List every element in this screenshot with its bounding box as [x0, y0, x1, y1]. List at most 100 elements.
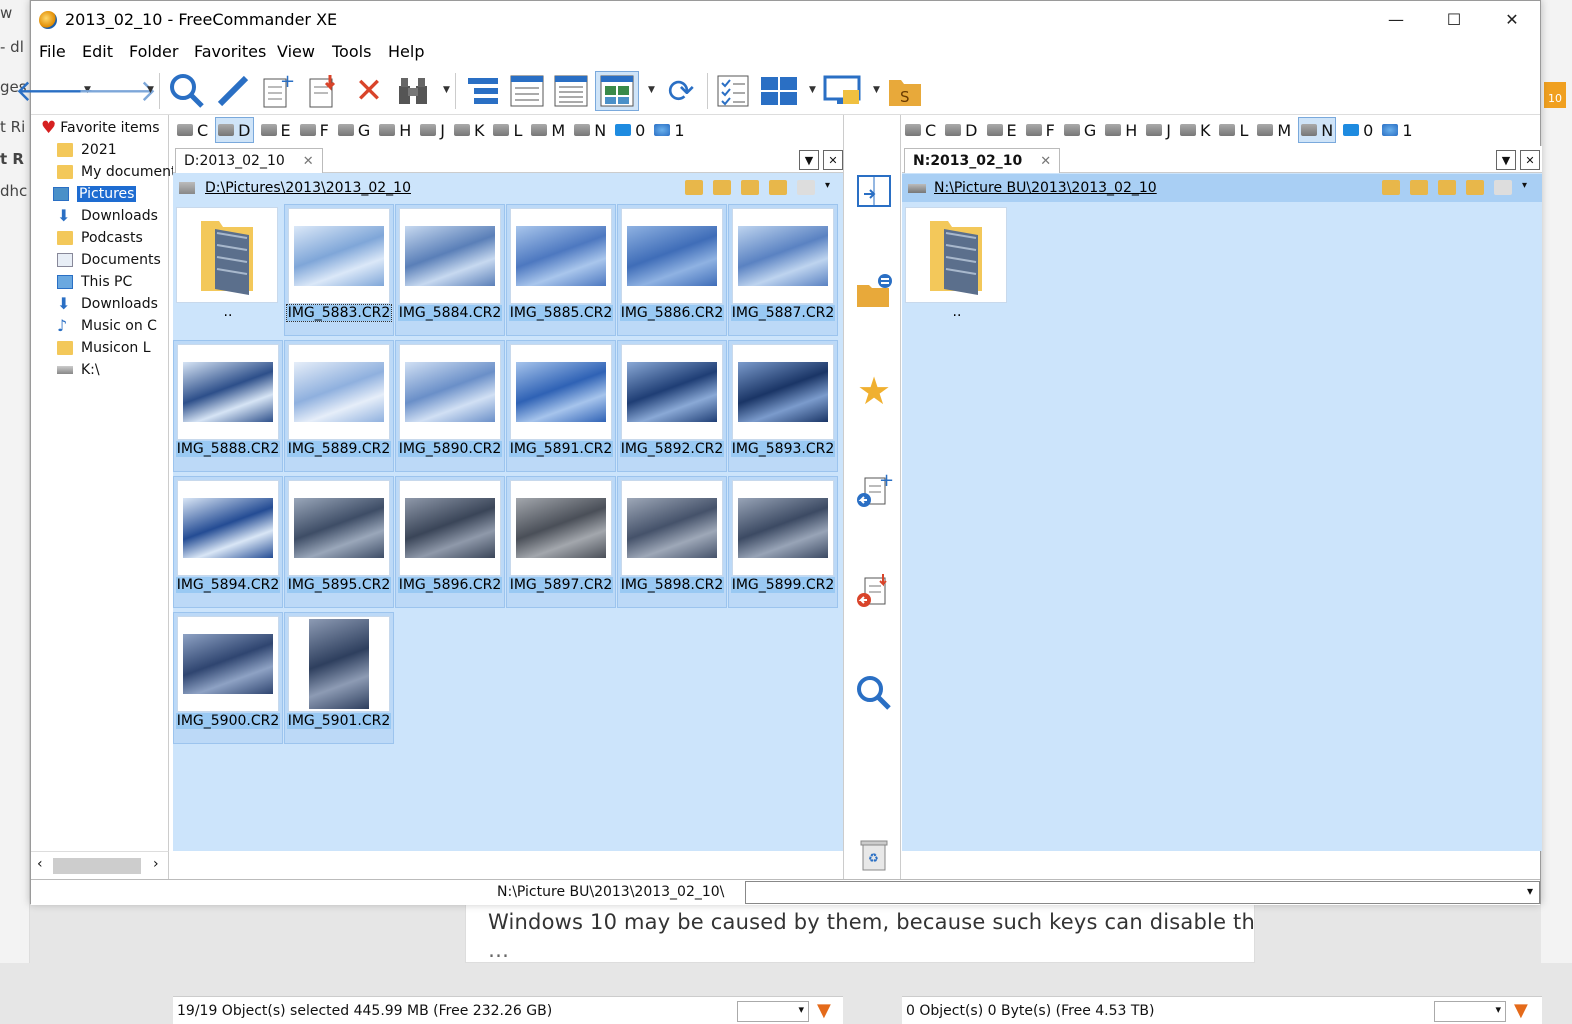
- right-filter-combo[interactable]: [1434, 1001, 1506, 1022]
- search-icon[interactable]: [854, 673, 894, 713]
- left-filter-combo[interactable]: [737, 1001, 809, 1022]
- drive-button-1[interactable]: 1: [652, 117, 686, 143]
- list-view-icon[interactable]: [551, 71, 591, 111]
- dos-icon[interactable]: S: [885, 71, 925, 111]
- monitor-icon[interactable]: [821, 71, 865, 111]
- file-thumbnail-item[interactable]: IMG_5884.CR2: [395, 204, 505, 336]
- left-path-link[interactable]: D:\Pictures\2013\2013_02_10: [205, 180, 411, 196]
- close-tab-icon[interactable]: ✕: [303, 154, 314, 169]
- menu-favorites[interactable]: Favorites: [194, 42, 266, 61]
- chevron-down-icon[interactable]: ▾: [1522, 180, 1530, 195]
- chevron-down-icon[interactable]: ▼: [873, 85, 880, 95]
- binoculars-icon[interactable]: [393, 71, 433, 111]
- scrollbar-thumb[interactable]: [53, 858, 141, 874]
- tree-item-podcasts[interactable]: Podcasts: [57, 227, 143, 249]
- filter-funnel-icon[interactable]: ▼: [817, 1000, 831, 1021]
- close-panel-icon[interactable]: ✕: [823, 150, 843, 170]
- back-arrow-icon[interactable]: 🡐: [15, 71, 95, 111]
- drive-button-n[interactable]: N: [572, 117, 608, 143]
- filter-funnel-icon[interactable]: ▼: [1514, 1000, 1528, 1021]
- right-path-link[interactable]: N:\Picture BU\2013\2013_02_10: [934, 180, 1157, 196]
- drive-button-h[interactable]: H: [377, 117, 413, 143]
- maximize-button[interactable]: ☐: [1425, 1, 1483, 38]
- checklist-icon[interactable]: [713, 71, 753, 111]
- tree-item-this-pc[interactable]: This PC: [57, 271, 132, 293]
- file-thumbnail-item[interactable]: IMG_5900.CR2: [173, 612, 283, 744]
- copy-path-icon[interactable]: [1494, 180, 1512, 195]
- drive-button-m[interactable]: M: [529, 117, 567, 143]
- new-file-icon[interactable]: +: [257, 71, 297, 111]
- parent-folder-item[interactable]: ..: [173, 204, 283, 336]
- file-thumbnail-item[interactable]: IMG_5886.CR2: [617, 204, 727, 336]
- menu-file[interactable]: File: [39, 42, 66, 61]
- move-left-icon[interactable]: [854, 571, 894, 611]
- tree-item-music-on-c[interactable]: ♪ Music on C: [57, 315, 157, 337]
- copy-path-icon[interactable]: [797, 180, 815, 195]
- file-thumbnail-item[interactable]: IMG_5892.CR2: [617, 340, 727, 472]
- file-thumbnail-item[interactable]: IMG_5897.CR2: [506, 476, 616, 608]
- file-thumbnail-item[interactable]: IMG_5895.CR2: [284, 476, 394, 608]
- drive-button-g[interactable]: G: [336, 117, 372, 143]
- drive-button-c[interactable]: C: [903, 117, 938, 143]
- file-thumbnail-item[interactable]: IMG_5893.CR2: [728, 340, 838, 472]
- close-panel-icon[interactable]: ✕: [1520, 150, 1540, 170]
- drive-button-f[interactable]: F: [1024, 117, 1057, 143]
- history-icon[interactable]: [685, 180, 703, 195]
- menu-help[interactable]: Help: [388, 42, 424, 61]
- tree-item-2021[interactable]: 2021: [57, 139, 117, 161]
- file-thumbnail-item[interactable]: IMG_5901.CR2: [284, 612, 394, 744]
- root-folder-icon[interactable]: [1466, 180, 1484, 195]
- drive-button-m[interactable]: M: [1255, 117, 1293, 143]
- right-panel-tab[interactable]: N:2013_02_10 ✕: [904, 148, 1061, 173]
- drive-button-d[interactable]: D: [943, 117, 979, 143]
- drive-button-l[interactable]: L: [1217, 117, 1250, 143]
- history-icon[interactable]: [1382, 180, 1400, 195]
- menu-edit[interactable]: Edit: [82, 42, 113, 61]
- chevron-down-icon[interactable]: ▼: [147, 85, 154, 95]
- drive-button-l[interactable]: L: [491, 117, 524, 143]
- tiles-icon[interactable]: [757, 71, 801, 111]
- thumbnail-view-icon[interactable]: [595, 71, 639, 111]
- star-icon[interactable]: ★: [854, 369, 894, 413]
- tree-item-k-drive[interactable]: K:\: [57, 359, 100, 381]
- chevron-down-icon[interactable]: ▼: [809, 85, 816, 95]
- details-view-icon[interactable]: [507, 71, 547, 111]
- drive-button-f[interactable]: F: [298, 117, 331, 143]
- chevron-down-icon[interactable]: ▼: [443, 85, 450, 95]
- file-thumbnail-item[interactable]: IMG_5885.CR2: [506, 204, 616, 336]
- scroll-right-icon[interactable]: ›: [153, 856, 159, 872]
- tree-horizontal-scrollbar[interactable]: ‹ ›: [31, 851, 169, 879]
- drive-button-k[interactable]: K: [1178, 117, 1213, 143]
- drive-button-k[interactable]: K: [452, 117, 487, 143]
- file-thumbnail-item[interactable]: IMG_5896.CR2: [395, 476, 505, 608]
- close-tab-icon[interactable]: ✕: [1040, 154, 1051, 169]
- swap-panels-icon[interactable]: [854, 171, 894, 211]
- folder-compare-icon[interactable]: [854, 271, 894, 311]
- file-thumbnail-item[interactable]: IMG_5899.CR2: [728, 476, 838, 608]
- favorite-folder-icon[interactable]: [1410, 180, 1428, 195]
- tree-item-favorites-header[interactable]: ♥ Favorite items: [41, 117, 160, 139]
- drive-button-g[interactable]: G: [1062, 117, 1098, 143]
- close-button[interactable]: ✕: [1483, 1, 1541, 38]
- tree-view-icon[interactable]: [463, 71, 503, 111]
- file-thumbnail-item[interactable]: IMG_5898.CR2: [617, 476, 727, 608]
- drive-button-h[interactable]: H: [1103, 117, 1139, 143]
- chevron-down-icon[interactable]: ▼: [648, 85, 655, 95]
- favorite-folder-icon[interactable]: [713, 180, 731, 195]
- forward-arrow-icon[interactable]: 🡒: [77, 71, 157, 111]
- drive-button-0[interactable]: 0: [1341, 117, 1375, 143]
- file-thumbnail-item[interactable]: IMG_5891.CR2: [506, 340, 616, 472]
- file-thumbnail-item[interactable]: IMG_5883.CR2: [284, 204, 394, 336]
- copy-to-icon[interactable]: [303, 71, 343, 111]
- tree-item-pictures[interactable]: Pictures: [53, 183, 137, 205]
- scroll-left-icon[interactable]: ‹: [37, 856, 43, 872]
- drive-button-c[interactable]: C: [175, 117, 210, 143]
- drive-button-e[interactable]: E: [259, 117, 293, 143]
- drive-button-n[interactable]: N: [1298, 117, 1337, 143]
- file-thumbnail-item[interactable]: IMG_5889.CR2: [284, 340, 394, 472]
- tree-item-musicon-l[interactable]: Musicon L: [57, 337, 151, 359]
- drive-button-0[interactable]: 0: [613, 117, 647, 143]
- root-folder-icon[interactable]: [769, 180, 787, 195]
- delete-icon[interactable]: ✕: [349, 71, 389, 111]
- chevron-down-icon[interactable]: ▾: [825, 180, 833, 195]
